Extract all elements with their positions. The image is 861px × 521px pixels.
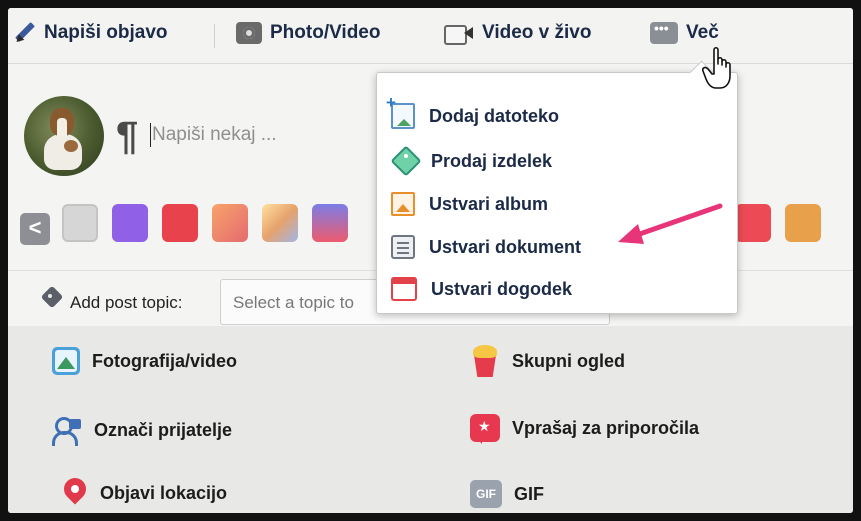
tag-icon: [40, 289, 60, 305]
color-swatch[interactable]: [785, 204, 821, 242]
menu-item-sell-product[interactable]: Prodaj izdelek: [391, 144, 552, 178]
photo-video-label: Photo/Video: [270, 22, 381, 43]
avatar-dog-spot: [64, 140, 78, 152]
recommendation-icon: [470, 414, 500, 444]
write-post-label: Napiši objavo: [44, 22, 168, 43]
video-camera-icon: [444, 23, 474, 45]
option-watch-party-label: Skupni ogled: [512, 350, 626, 371]
facebook-composer-screenshot: Napiši objavo Photo/Video Video v živo V…: [8, 8, 853, 513]
calendar-icon: [391, 277, 417, 301]
menu-item-label: Ustvari dogodek: [431, 278, 573, 299]
photo-video-tab[interactable]: Photo/Video: [236, 22, 380, 44]
price-tag-icon: [391, 149, 417, 173]
option-gif[interactable]: GIF GIF: [470, 480, 544, 508]
color-swatch[interactable]: [212, 204, 248, 242]
live-video-label: Video v živo: [482, 22, 592, 43]
color-swatch[interactable]: [112, 204, 148, 242]
color-swatch[interactable]: [162, 204, 198, 242]
option-tag-friends-label: Označi prijatelje: [94, 419, 233, 440]
popcorn-icon: [470, 345, 500, 377]
camera-icon: [236, 22, 262, 44]
more-label: Več: [686, 22, 719, 43]
menu-item-create-event[interactable]: Ustvari dogodek: [391, 272, 572, 306]
option-photo-video-label: Fotografija/video: [92, 350, 238, 371]
pilcrow-icon[interactable]: ¶: [116, 114, 138, 159]
more-dropdown-menu: Dodaj datoteko Prodaj izdelek Ustvari al…: [376, 72, 738, 314]
menu-item-label: Prodaj izdelek: [431, 150, 553, 171]
option-check-in[interactable]: Objavi lokacijo: [62, 478, 227, 508]
option-tag-friends[interactable]: Označi prijatelje: [52, 416, 233, 446]
menu-item-add-file[interactable]: Dodaj datoteko: [386, 93, 560, 133]
write-post-tab[interactable]: Napiši objavo: [14, 22, 168, 44]
file-add-icon: [386, 93, 415, 129]
document-icon: [391, 235, 415, 259]
option-gif-label: GIF: [514, 483, 544, 504]
hand-cursor-icon: [702, 46, 731, 89]
option-photo-video[interactable]: Fotografija/video: [52, 347, 237, 375]
topic-label: Add post topic:: [70, 293, 183, 312]
gif-icon: GIF: [470, 480, 502, 508]
option-check-in-label: Objavi lokacijo: [100, 482, 228, 503]
more-dots-icon: [650, 20, 678, 44]
menu-item-label: Ustvari album: [429, 193, 549, 214]
album-icon: [391, 192, 415, 216]
color-swatch[interactable]: [312, 204, 348, 242]
toolbar-divider: [214, 24, 215, 48]
menu-item-create-document[interactable]: Ustvari dokument: [391, 230, 581, 264]
color-swatch[interactable]: [262, 204, 298, 242]
menu-item-label: Dodaj datoteko: [429, 105, 560, 126]
more-tab[interactable]: Več: [650, 20, 719, 44]
color-swatch[interactable]: [62, 204, 98, 242]
location-pin-icon: [62, 478, 88, 508]
option-ask-recommendations[interactable]: Vprašaj za priporočila: [470, 414, 700, 444]
option-watch-party[interactable]: Skupni ogled: [470, 345, 625, 377]
menu-item-create-album[interactable]: Ustvari album: [391, 187, 548, 221]
live-video-tab[interactable]: Video v živo: [444, 22, 592, 45]
option-ask-recommendations-label: Vprašaj za priporočila: [512, 417, 700, 438]
tag-friends-icon: [52, 416, 82, 446]
menu-item-label: Ustvari dokument: [429, 236, 582, 257]
pencil-icon: [14, 22, 36, 44]
color-swatch[interactable]: [735, 204, 771, 242]
avatar[interactable]: [24, 96, 104, 176]
avatar-dog-face: [57, 118, 67, 140]
photo-icon: [52, 347, 80, 375]
annotation-arrow-icon: [618, 203, 723, 244]
composer-input[interactable]: Napiši nekaj ...: [150, 123, 277, 147]
